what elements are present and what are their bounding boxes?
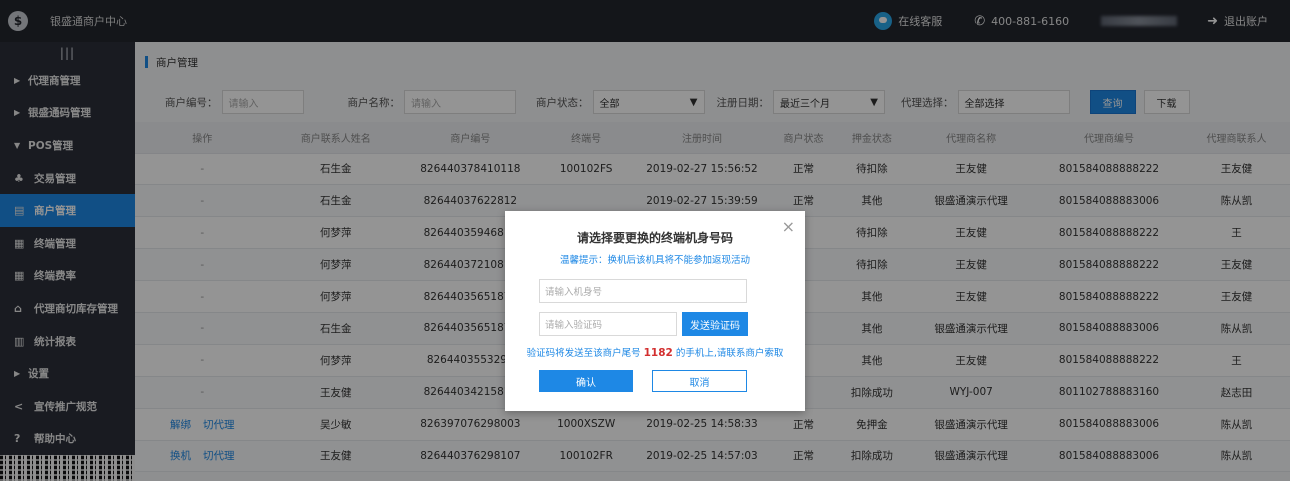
phone-tail-number: 1182 (643, 347, 673, 359)
modal-title: 请选择要更换的终端机身号码 (576, 231, 733, 245)
change-terminal-modal: × 请选择要更换的终端机身号码 温馨提示：换机后该机具将不能参加返现活动 请输入… (505, 211, 805, 411)
verification-hint: 验证码将发送至该商户尾号 1182 的手机上,请联系商户索取 (505, 345, 805, 359)
hint-prefix: 验证码将发送至该商户尾号 (526, 348, 641, 359)
cancel-button[interactable]: 取消 (652, 370, 747, 392)
verification-code-input[interactable]: 请输入验证码 (539, 312, 677, 336)
send-code-button[interactable]: 发送验证码 (682, 312, 748, 336)
confirm-button[interactable]: 确认 (539, 370, 633, 392)
serial-number-input[interactable]: 请输入机身号 (539, 279, 747, 303)
modal-tip: 温馨提示：换机后该机具将不能参加返现活动 (559, 255, 750, 266)
hint-suffix: 的手机上,请联系商户索取 (675, 348, 784, 359)
